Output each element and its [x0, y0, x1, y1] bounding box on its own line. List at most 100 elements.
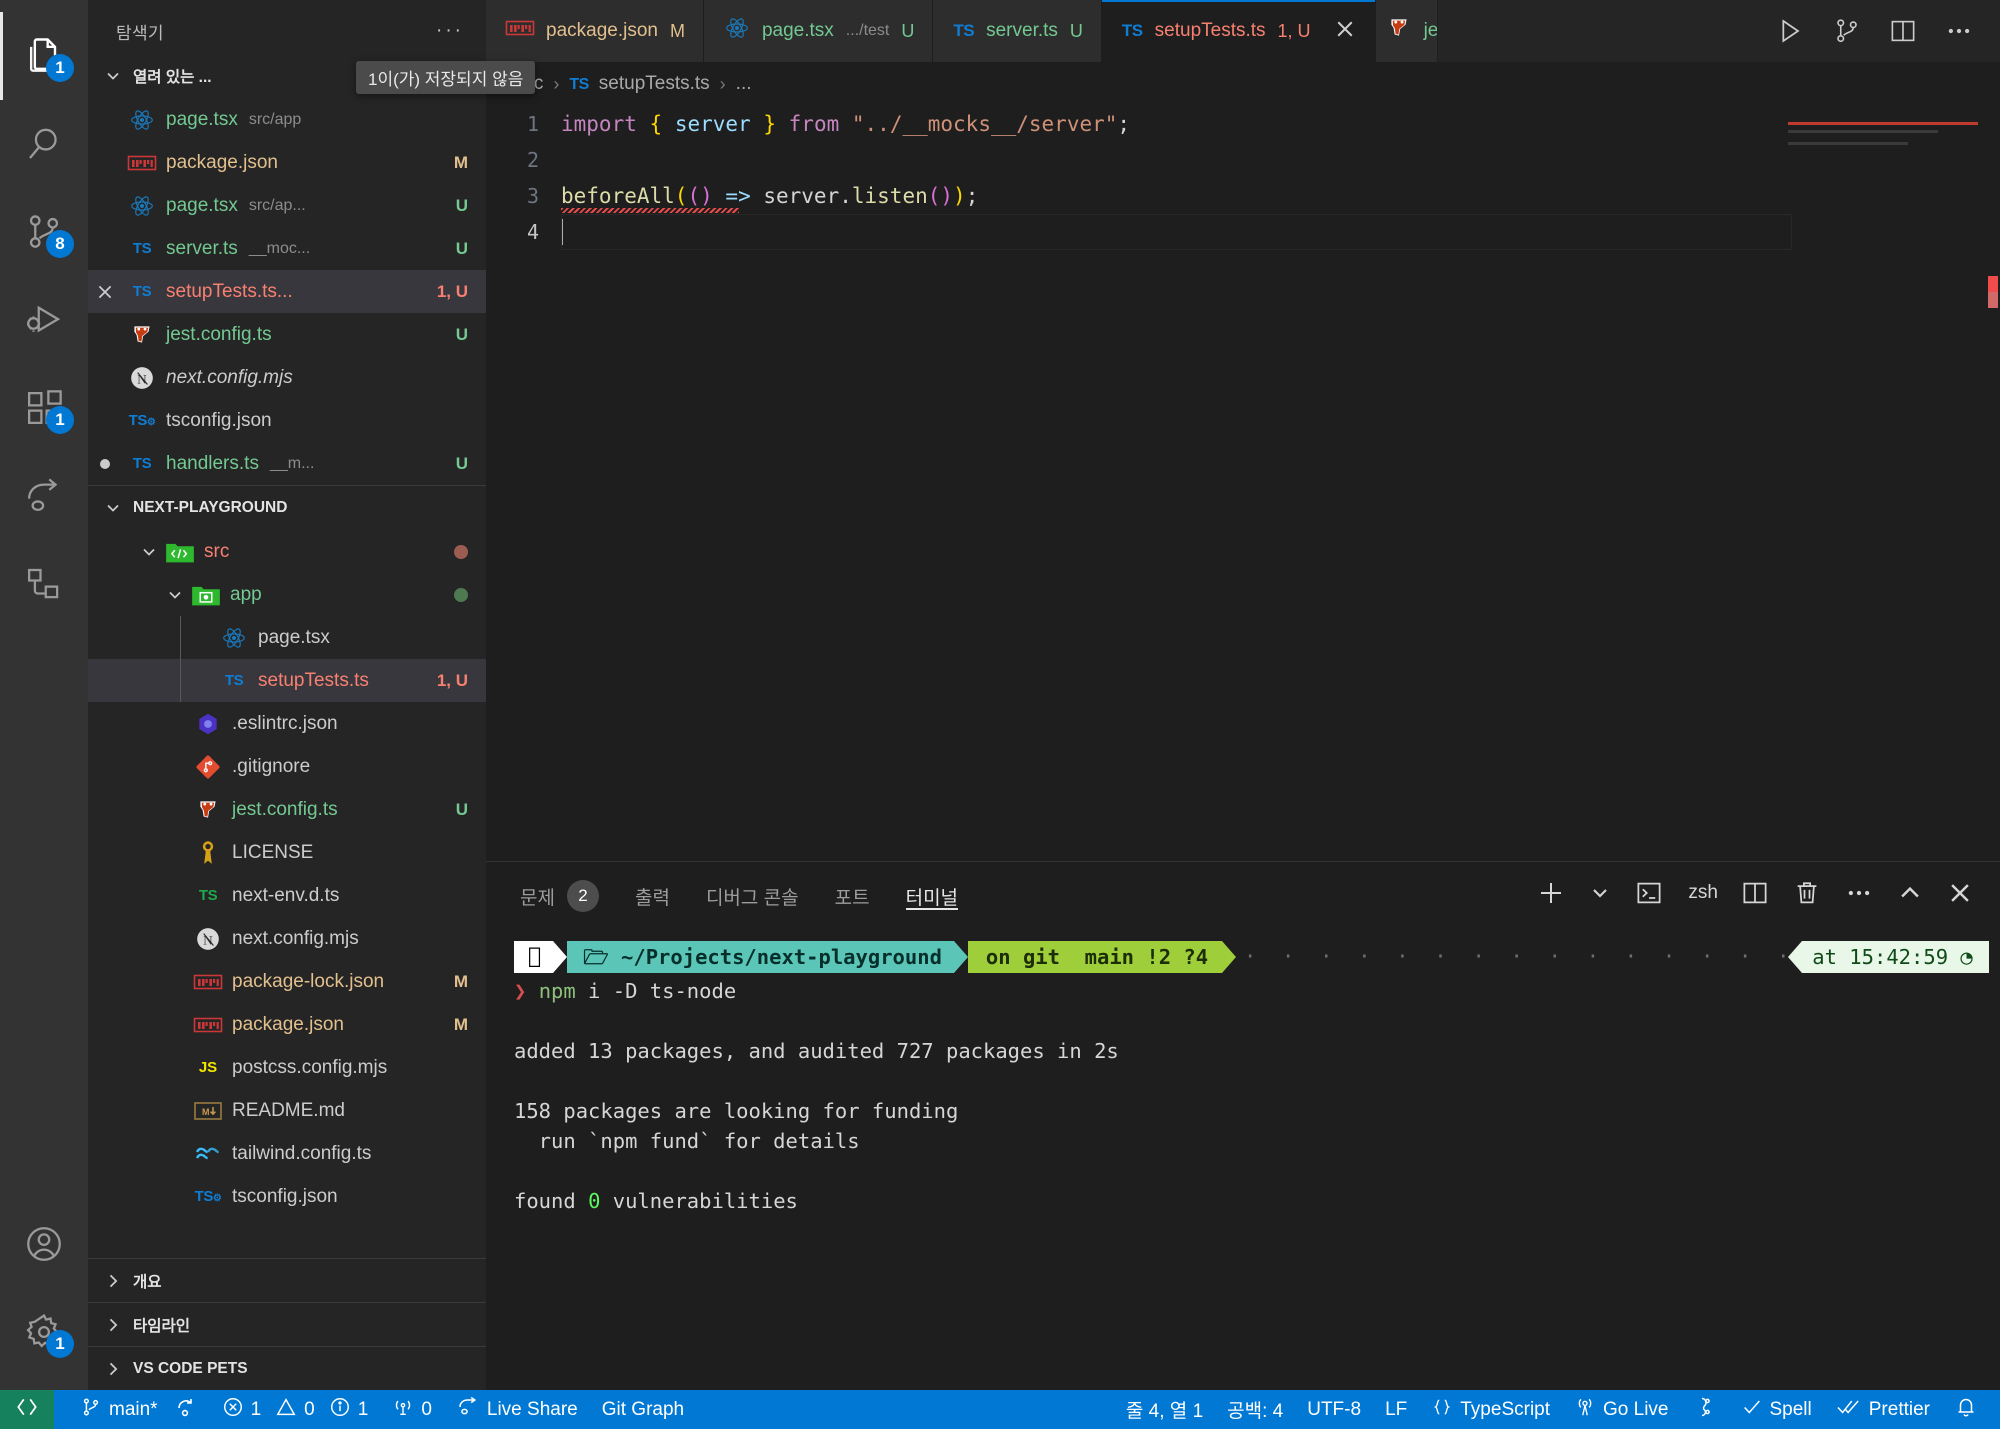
tree-row-setuptests-ts[interactable]: TS setupTests.ts 1, U — [88, 659, 486, 702]
section-project-root[interactable]: NEXT-PLAYGROUND — [88, 486, 486, 530]
open-editor-row-handlers-ts[interactable]: TS handlers.ts __m... U — [88, 442, 486, 485]
open-editor-row-setuptests-ts[interactable]: TS setupTests.ts... 1, U — [88, 270, 486, 313]
activity-bar-item-manage[interactable]: 1 — [0, 1288, 88, 1376]
panel-tab-ports[interactable]: 포트 — [835, 862, 870, 924]
activity-bar-item-run-and-debug[interactable] — [0, 276, 88, 364]
panel-tab-debug-console[interactable]: 디버그 콘솔 — [706, 862, 799, 924]
split-icon[interactable] — [1740, 878, 1770, 908]
minimap[interactable] — [1788, 106, 1978, 861]
tree-row-license[interactable]: LICENSE — [88, 831, 486, 874]
status-cursor-position[interactable]: 줄 4, 열 1 — [1114, 1390, 1215, 1429]
open-editor-row-jest-config-ts[interactable]: jest.config.ts U — [88, 313, 486, 356]
status-git-lens[interactable] — [1681, 1390, 1729, 1429]
terminal-output[interactable]:  🗁 ~/Projects/next-playground on git ma… — [486, 924, 2000, 1390]
remote-host-button[interactable] — [0, 1390, 54, 1429]
tree-row-jest-config-ts[interactable]: jest.config.ts U — [88, 788, 486, 831]
close-icon[interactable] — [1333, 17, 1357, 46]
terminal-output-line: run `npm fund` for details — [514, 1128, 860, 1153]
play-icon[interactable] — [1774, 15, 1806, 47]
open-editor-row-page-tsx-test[interactable]: page.tsx src/ap... U — [88, 184, 486, 227]
activity-bar-item-git-graph[interactable] — [0, 540, 88, 628]
tree-row-next-env-d-ts[interactable]: TS next-env.d.ts — [88, 874, 486, 917]
tree-row-tailwind-config-ts[interactable]: tailwind.config.ts — [88, 1132, 486, 1175]
minimap-line — [1788, 142, 1908, 145]
open-editor-row-next-config-mjs[interactable]: N next.config.mjs — [88, 356, 486, 399]
split-editor-icon[interactable] — [1888, 16, 1918, 46]
terminal-icon[interactable] — [1634, 878, 1664, 908]
status-go-live[interactable]: Go Live — [1562, 1390, 1680, 1429]
status-branch[interactable]: main* — [68, 1390, 210, 1429]
search-icon — [23, 123, 65, 165]
tab-package-json[interactable]: package.json M — [486, 0, 704, 62]
ellipsis-icon[interactable] — [1944, 16, 1974, 46]
tree-row-postcss-config-mjs[interactable]: JS postcss.config.mjs — [88, 1046, 486, 1089]
section-timeline[interactable]: 타임라인 — [88, 1302, 486, 1346]
tree-row-app[interactable]: app — [88, 573, 486, 616]
status-indentation[interactable]: 공백: 4 — [1215, 1390, 1295, 1429]
editor-scrollbar[interactable] — [1980, 106, 2000, 861]
tree-row-eslintrc-json[interactable]: .eslintrc.json — [88, 702, 486, 745]
status-radio-tower[interactable]: 0 — [380, 1390, 444, 1429]
panel-tab-terminal[interactable]: 터미널 — [905, 862, 959, 924]
section-outline[interactable]: 개요 — [88, 1258, 486, 1302]
terminal-prompt-time: at 15:42:59 ◔ — [1802, 941, 1989, 973]
open-editor-row-tsconfig-json[interactable]: TS⚙ tsconfig.json — [88, 399, 486, 442]
status-language-mode[interactable]: TypeScript — [1419, 1390, 1562, 1429]
chevron-down-icon[interactable] — [1588, 881, 1612, 905]
minimap-line — [1788, 122, 1978, 125]
status-encoding-label: UTF-8 — [1307, 1398, 1362, 1420]
status-prettier[interactable]: Prettier — [1824, 1390, 1942, 1429]
panel-tab-output[interactable]: 출력 — [635, 862, 670, 924]
open-editor-row-page-tsx-app[interactable]: page.tsx src/app — [88, 98, 486, 141]
panel-tab-problems[interactable]: 문제 2 — [520, 862, 599, 924]
activity-bar-item-live-share[interactable] — [0, 452, 88, 540]
sync-icon[interactable] — [174, 1395, 198, 1425]
tree-row-src[interactable]: src — [88, 530, 486, 573]
tree-row-package-lock-json[interactable]: package-lock.json M — [88, 960, 486, 1003]
next-icon: N — [122, 365, 162, 391]
status-live-share[interactable]: Live Share — [444, 1390, 590, 1429]
activity-bar-item-extensions[interactable]: 1 — [0, 364, 88, 452]
tree-row-next-config-mjs[interactable]: N next.config.mjs — [88, 917, 486, 960]
code-editor[interactable]: 1 import { server } from "../__mocks__/s… — [486, 106, 2000, 861]
tree-row-tsconfig-json[interactable]: TS⚙ tsconfig.json — [88, 1175, 486, 1218]
breadcrumb-part-file[interactable]: setupTests.ts — [599, 73, 710, 95]
dirty-indicator-icon — [88, 456, 122, 472]
tab-setuptests-ts[interactable]: TS setupTests.ts 1, U — [1101, 0, 1376, 62]
tab-label: page.tsx — [761, 20, 834, 41]
section-open-editors[interactable]: 열려 있는 ... 1이(가) 저장되지 않음 — [88, 54, 536, 98]
status-live-share-label: Live Share — [486, 1398, 578, 1420]
status-git-graph[interactable]: Git Graph — [590, 1390, 696, 1429]
activity-bar-item-explorer[interactable]: 1 — [0, 12, 88, 100]
tree-row-package-json[interactable]: package.json M — [88, 1003, 486, 1046]
status-spell-checker[interactable]: Spell — [1729, 1390, 1824, 1429]
chevron-up-icon[interactable] — [1896, 879, 1924, 907]
tree-row-readme-md[interactable]: M README.md — [88, 1089, 486, 1132]
section-vs-code-pets[interactable]: VS CODE PETS — [88, 1346, 486, 1390]
source-control-icon[interactable] — [1832, 16, 1862, 46]
activity-bar-item-source-control[interactable]: 8 — [0, 188, 88, 276]
plus-icon[interactable] — [1536, 878, 1566, 908]
close-icon[interactable] — [1946, 879, 1974, 907]
status-eol[interactable]: LF — [1373, 1390, 1419, 1429]
open-editor-row-server-ts[interactable]: TS server.ts __moc... U — [88, 227, 486, 270]
ellipsis-icon[interactable] — [1844, 878, 1874, 908]
status-notifications[interactable] — [1942, 1390, 2000, 1429]
react-icon — [122, 193, 162, 219]
file-name: setupTests.ts — [258, 669, 369, 691]
activity-bar-item-search[interactable] — [0, 100, 88, 188]
close-icon[interactable] — [88, 282, 122, 302]
status-encoding[interactable]: UTF-8 — [1295, 1390, 1373, 1429]
tab-server-ts[interactable]: TS server.ts U — [933, 0, 1102, 62]
breadcrumb-part-symbol[interactable]: ... — [736, 73, 752, 95]
tree-row-gitignore[interactable]: .gitignore — [88, 745, 486, 788]
activity-bar-item-accounts[interactable] — [0, 1200, 88, 1288]
tree-row-page-tsx[interactable]: page.tsx — [88, 616, 486, 659]
tab-jest-config-ts[interactable]: je — [1375, 0, 1438, 62]
sidebar-more-actions-button[interactable]: ··· — [436, 20, 464, 42]
section-outline-label: 개요 — [133, 1273, 162, 1291]
open-editor-row-package-json[interactable]: package.json M — [88, 141, 486, 184]
status-problems[interactable]: 1 0 1 — [210, 1390, 381, 1429]
trash-icon[interactable] — [1792, 878, 1822, 908]
tab-page-tsx[interactable]: page.tsx .../test U — [703, 0, 934, 62]
